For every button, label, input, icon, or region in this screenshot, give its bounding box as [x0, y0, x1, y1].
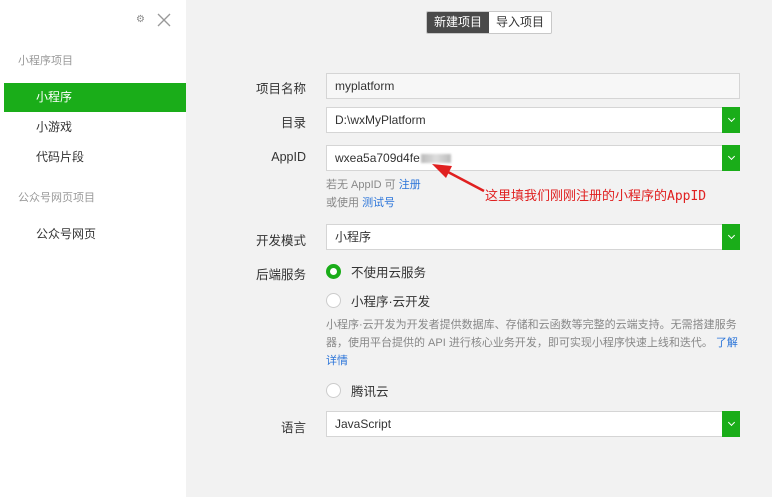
close-icon[interactable]: [156, 12, 172, 28]
language-label: 语言: [280, 421, 306, 435]
radio-cloud-dev-label: 小程序·云开发: [351, 295, 431, 309]
dev-mode-value: 小程序: [335, 230, 372, 244]
language-select[interactable]: JavaScript: [326, 411, 740, 437]
radio-tencent-cloud-label: 腾讯云: [351, 385, 389, 399]
cloud-description: 小程序·云开发为开发者提供数据库、存储和云函数等完整的云端支持。无需搭建服务器，…: [326, 316, 746, 370]
tab-import-project[interactable]: 导入项目: [489, 12, 552, 33]
appid-value: wxea5a709d4fe: [335, 151, 420, 165]
sidebar-group-official: 公众号网页项目: [18, 192, 95, 204]
sidebar: ⚙ 小程序项目 小程序 小游戏 代码片段 公众号网页项目 公众号网页: [0, 0, 186, 497]
sidebar-group-miniprogram: 小程序项目: [18, 55, 73, 67]
sidebar-item-official-web[interactable]: 公众号网页: [0, 220, 186, 249]
chevron-down-icon[interactable]: [722, 107, 740, 133]
annotation-text: 这里填我们刚刚注册的小程序的AppID: [485, 189, 707, 204]
main-panel: 新建项目 导入项目 项目名称 myplatform 目录 D:\wxMyPlat…: [186, 0, 772, 497]
dev-mode-label: 开发模式: [255, 234, 306, 248]
tab-new-project[interactable]: 新建项目: [427, 12, 490, 33]
chevron-down-icon[interactable]: [722, 145, 740, 171]
radio-cloud-dev[interactable]: 小程序·云开发: [326, 291, 430, 310]
sidebar-item-minigame[interactable]: 小游戏: [0, 113, 186, 142]
radio-tencent-cloud[interactable]: 腾讯云: [326, 381, 389, 400]
language-value: JavaScript: [335, 417, 392, 431]
project-name-label: 项目名称: [255, 82, 306, 96]
directory-value: D:\wxMyPlatform: [335, 113, 426, 127]
radio-no-cloud[interactable]: 不使用云服务: [326, 262, 426, 281]
radio-icon[interactable]: [326, 293, 341, 308]
radio-icon[interactable]: [326, 383, 341, 398]
appid-hint-text: 若无 AppID 可: [326, 179, 396, 191]
test-account-link[interactable]: 测试号: [362, 197, 395, 209]
redacted-mask: [420, 154, 451, 164]
directory-select[interactable]: D:\wxMyPlatform: [326, 107, 740, 133]
appid-label: AppID: [271, 150, 306, 164]
radio-no-cloud-label: 不使用云服务: [351, 266, 427, 280]
appid-hint: 若无 AppID 可 注册 或使用 测试号: [326, 176, 421, 212]
sidebar-item-miniprogram[interactable]: 小程序: [4, 83, 186, 112]
appid-input[interactable]: wxea5a709d4fe: [326, 145, 740, 171]
project-tabs: 新建项目 导入项目: [426, 11, 553, 34]
project-name-input[interactable]: myplatform: [326, 73, 740, 99]
window-controls: ⚙: [136, 12, 172, 28]
project-name-value: myplatform: [335, 79, 395, 93]
sidebar-item-snippet[interactable]: 代码片段: [0, 143, 186, 172]
settings-icon[interactable]: ⚙: [136, 15, 146, 25]
backend-label: 后端服务: [255, 268, 306, 282]
cloud-description-text: 小程序·云开发为开发者提供数据库、存储和云函数等完整的云端支持。无需搭建服务器，…: [326, 319, 737, 349]
radio-selected-icon[interactable]: [326, 264, 341, 279]
dev-mode-select[interactable]: 小程序: [326, 224, 740, 250]
appid-hint-or: 或使用: [326, 197, 359, 209]
register-link[interactable]: 注册: [399, 179, 421, 191]
chevron-down-icon[interactable]: [722, 411, 740, 437]
directory-label: 目录: [280, 116, 306, 130]
chevron-down-icon[interactable]: [722, 224, 740, 250]
